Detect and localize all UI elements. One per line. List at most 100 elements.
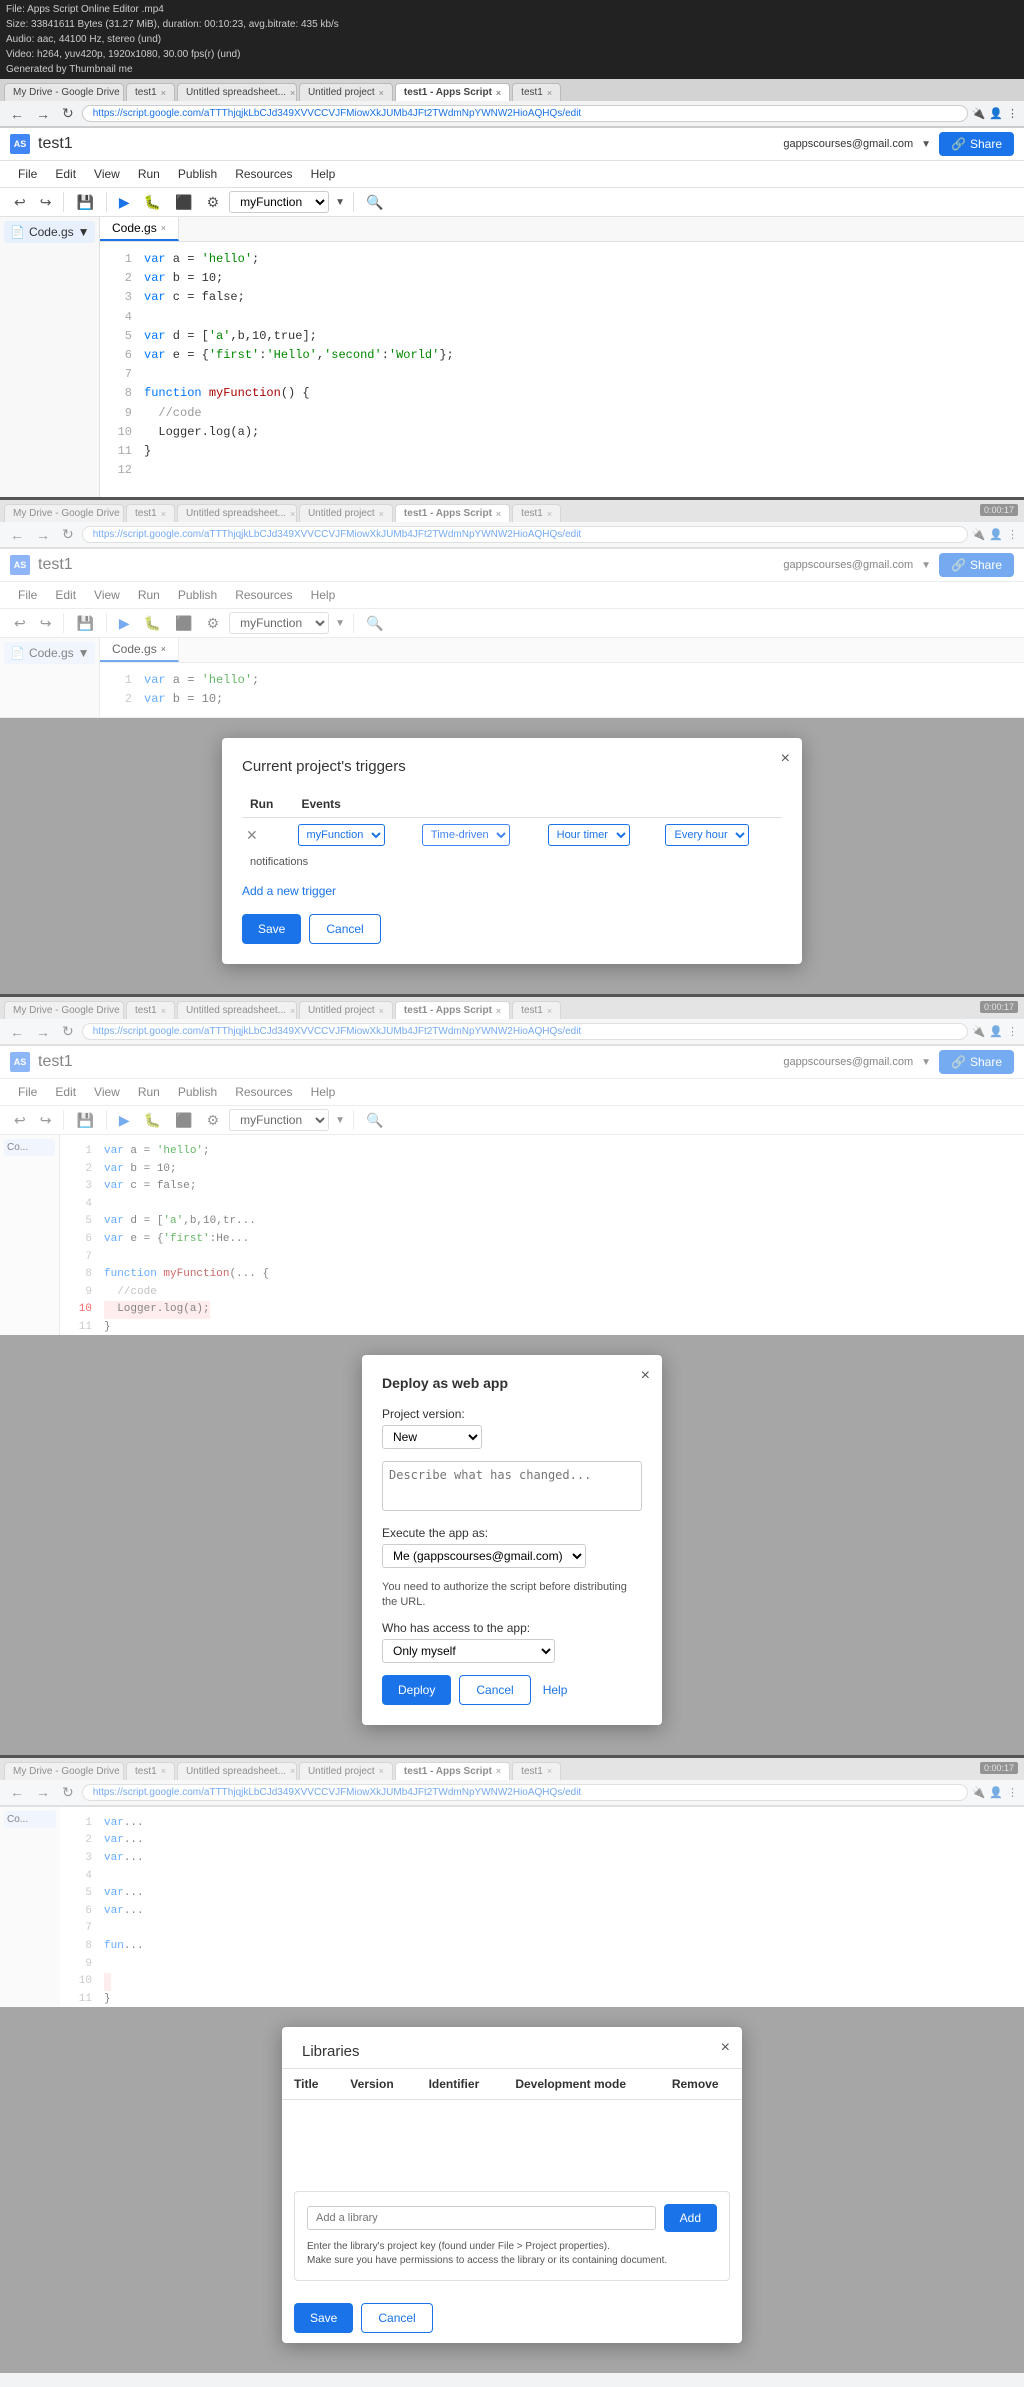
- search-button[interactable]: 🔍: [362, 192, 387, 213]
- tab4-my-drive[interactable]: My Drive - Google Drive ×: [4, 1762, 124, 1780]
- menu-resources-3[interactable]: Resources: [227, 1081, 300, 1103]
- tab-close-4b[interactable]: ×: [161, 1766, 166, 1776]
- triggers-save-button[interactable]: Save: [242, 914, 301, 944]
- tab4-apps-script[interactable]: test1 - Apps Script ×: [395, 1762, 510, 1780]
- menu-help-2[interactable]: Help: [303, 584, 344, 606]
- save-btn-3[interactable]: 💾: [72, 1110, 97, 1131]
- forward-btn-3[interactable]: →: [32, 1023, 54, 1041]
- url-bar-3[interactable]: https://script.google.com/aTTThjqjkLbCJd…: [82, 1023, 968, 1040]
- back-btn-4[interactable]: ←: [6, 1783, 28, 1801]
- tab-test1-b[interactable]: test1 ×: [512, 83, 561, 101]
- tab-close-icon-3e[interactable]: ×: [496, 1006, 501, 1016]
- tab4-test1-b[interactable]: test1 ×: [512, 1762, 561, 1780]
- redo-button[interactable]: ↪: [36, 192, 56, 213]
- tab-project[interactable]: Untitled project ×: [299, 83, 393, 101]
- stop-button[interactable]: ⬛: [171, 192, 196, 213]
- add-library-button[interactable]: Add: [664, 2204, 717, 2232]
- tab-close-icon[interactable]: ×: [496, 88, 501, 98]
- menu-edit-3[interactable]: Edit: [47, 1081, 84, 1103]
- tab-my-drive[interactable]: My Drive - Google Drive ×: [4, 83, 124, 101]
- trigger-frequency-select[interactable]: Every hour: [665, 824, 749, 846]
- debug-btn-2[interactable]: 🐛: [140, 613, 165, 634]
- deploy-cancel-button[interactable]: Cancel: [459, 1675, 530, 1705]
- settings-btn-2[interactable]: ⚙: [203, 613, 224, 634]
- tab2-my-drive[interactable]: My Drive - Google Drive ×: [4, 504, 124, 522]
- forward-button[interactable]: →: [32, 105, 54, 123]
- project-version-select[interactable]: New: [382, 1425, 482, 1449]
- url-bar[interactable]: https://script.google.com/aTTThjqjkLbCJd…: [82, 105, 968, 122]
- tab4-project[interactable]: Untitled project ×: [299, 1762, 393, 1780]
- menu-edit-2[interactable]: Edit: [47, 584, 84, 606]
- tab-close-icon[interactable]: ×: [547, 509, 552, 519]
- stop-btn-2[interactable]: ⬛: [171, 613, 196, 634]
- tab-close-icon-3d[interactable]: ×: [379, 1006, 384, 1016]
- file-item-codeg[interactable]: 📄 Code.gs ▼: [4, 221, 95, 243]
- code-editor-1[interactable]: 1 var a = 'hello'; 2 var b = 10; 3 var c…: [100, 242, 1024, 497]
- menu-file[interactable]: File: [10, 163, 45, 185]
- menu-view-2[interactable]: View: [86, 584, 128, 606]
- file-item-3[interactable]: Co...: [4, 1139, 55, 1156]
- file-menu-icon-2[interactable]: ▼: [78, 646, 90, 660]
- menu-run[interactable]: Run: [130, 163, 168, 185]
- share-button-1[interactable]: 🔗 Share: [939, 132, 1014, 156]
- run-btn-2[interactable]: ▶: [115, 613, 134, 634]
- tab3-apps-script[interactable]: test1 - Apps Script ×: [395, 1001, 510, 1019]
- function-selector[interactable]: myFunction: [229, 191, 329, 213]
- add-library-input[interactable]: [307, 2206, 656, 2230]
- triggers-close-button[interactable]: ×: [781, 750, 790, 768]
- undo-btn-3[interactable]: ↩: [10, 1110, 30, 1131]
- tab-close-4d[interactable]: ×: [379, 1766, 384, 1776]
- tab-close-icon[interactable]: ×: [379, 88, 384, 98]
- menu-file-2[interactable]: File: [10, 584, 45, 606]
- undo-btn-2[interactable]: ↩: [10, 613, 30, 634]
- access-select[interactable]: Only myself Anyone Anyone, even anonymou…: [382, 1639, 555, 1663]
- trigger-event-type-select[interactable]: Time-driven: [422, 824, 510, 846]
- menu-resources-2[interactable]: Resources: [227, 584, 300, 606]
- refresh-btn-4[interactable]: ↻: [58, 1783, 78, 1802]
- libraries-cancel-button[interactable]: Cancel: [361, 2303, 432, 2333]
- tab-close-4f[interactable]: ×: [547, 1766, 552, 1776]
- menu-run-2[interactable]: Run: [130, 584, 168, 606]
- menu-publish-3[interactable]: Publish: [170, 1081, 225, 1103]
- menu-edit[interactable]: Edit: [47, 163, 84, 185]
- share-button-2[interactable]: 🔗 Share: [939, 553, 1014, 577]
- menu-publish-2[interactable]: Publish: [170, 584, 225, 606]
- libraries-save-button[interactable]: Save: [294, 2303, 353, 2333]
- deploy-help-button[interactable]: Help: [539, 1675, 572, 1705]
- tab-close-icon-3f[interactable]: ×: [547, 1006, 552, 1016]
- function-selector-3[interactable]: myFunction: [229, 1109, 329, 1131]
- back-button[interactable]: ←: [6, 105, 28, 123]
- tab-close-icon[interactable]: ×: [290, 509, 295, 519]
- redo-btn-2[interactable]: ↪: [36, 613, 56, 634]
- tab-close-icon[interactable]: ×: [161, 509, 166, 519]
- refresh-btn-2[interactable]: ↻: [58, 525, 78, 544]
- save-btn-2[interactable]: 💾: [72, 613, 97, 634]
- menu-view-3[interactable]: View: [86, 1081, 128, 1103]
- trigger-function-select[interactable]: myFunction: [298, 824, 385, 846]
- settings-btn-3[interactable]: ⚙: [203, 1110, 224, 1131]
- function-selector-2[interactable]: myFunction: [229, 612, 329, 634]
- tab3-project[interactable]: Untitled project ×: [299, 1001, 393, 1019]
- tab-close-icon[interactable]: ×: [496, 509, 501, 519]
- run-btn-3[interactable]: ▶: [115, 1110, 134, 1131]
- tab4-spreadsheet[interactable]: Untitled spreadsheet... ×: [177, 1762, 297, 1780]
- menu-file-3[interactable]: File: [10, 1081, 45, 1103]
- code-editor-2[interactable]: 1 var a = 'hello'; 2 var b = 10;: [100, 663, 1024, 717]
- libraries-close-button[interactable]: ×: [721, 2039, 730, 2057]
- back-btn-3[interactable]: ←: [6, 1023, 28, 1041]
- trigger-timer-select[interactable]: Hour timer: [548, 824, 630, 846]
- run-button[interactable]: ▶: [115, 192, 134, 213]
- file-item-2[interactable]: 📄 Code.gs ▼: [4, 642, 95, 664]
- code-editor-3[interactable]: 1var a = 'hello'; 2var b = 10; 3var c = …: [60, 1135, 1024, 1335]
- file-menu-icon[interactable]: ▼: [78, 225, 90, 239]
- triggers-cancel-button[interactable]: Cancel: [309, 914, 380, 944]
- tab3-spreadsheet[interactable]: Untitled spreadsheet... ×: [177, 1001, 297, 1019]
- deploy-close-button[interactable]: ×: [641, 1367, 650, 1385]
- code-tab-2[interactable]: Code.gs ×: [100, 638, 179, 662]
- tab-apps-script[interactable]: test1 - Apps Script ×: [395, 83, 510, 101]
- url-bar-4[interactable]: https://script.google.com/aTTThjqjkLbCJd…: [82, 1784, 968, 1801]
- tab4-test1-a[interactable]: test1 ×: [126, 1762, 175, 1780]
- tab-close-4c[interactable]: ×: [290, 1766, 295, 1776]
- tab-close-icon[interactable]: ×: [161, 88, 166, 98]
- back-btn-2[interactable]: ←: [6, 526, 28, 544]
